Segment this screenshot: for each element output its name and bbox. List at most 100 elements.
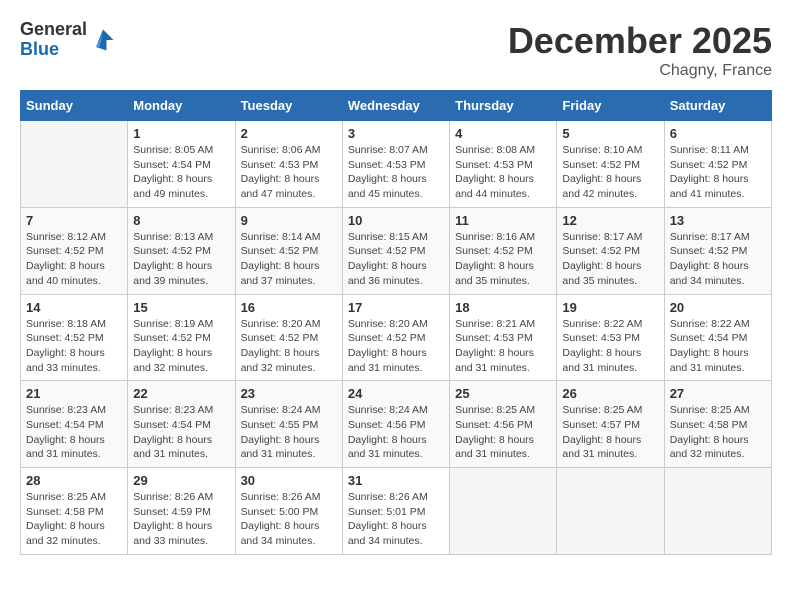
day-number: 26 xyxy=(562,386,658,401)
calendar-cell: 30 Sunrise: 8:26 AMSunset: 5:00 PMDayligh… xyxy=(235,468,342,555)
calendar-cell: 6 Sunrise: 8:11 AMSunset: 4:52 PMDaylight… xyxy=(664,121,771,208)
calendar-cell: 24Sunrise: 8:24 AMSunset: 4:56 PMDayligh… xyxy=(342,381,449,468)
day-info: Sunrise: 8:26 AMSunset: 4:59 PMDaylight:… xyxy=(133,490,229,549)
day-number: 28 xyxy=(26,473,122,488)
day-number: 27 xyxy=(670,386,766,401)
page-header: General Blue December 2025 Chagny, Franc… xyxy=(20,20,772,80)
day-number: 3 xyxy=(348,126,444,141)
day-info: Sunrise: 8:23 AMSunset: 4:54 PMDaylight:… xyxy=(26,403,122,462)
calendar-week-row: 21 Sunrise: 8:23 AMSunset: 4:54 PMDayligh… xyxy=(21,381,772,468)
calendar-cell: 26 Sunrise: 8:25 AMSunset: 4:57 PMDayligh… xyxy=(557,381,664,468)
day-number: 4 xyxy=(455,126,551,141)
day-info: Sunrise: 8:13 AMSunset: 4:52 PMDaylight:… xyxy=(133,230,229,289)
calendar-cell: 25Sunrise: 8:25 AMSunset: 4:56 PMDayligh… xyxy=(450,381,557,468)
day-number: 18 xyxy=(455,300,551,315)
day-number: 1 xyxy=(133,126,229,141)
calendar-cell xyxy=(21,121,128,208)
calendar-cell: 11 Sunrise: 8:16 AMSunset: 4:52 PMDayligh… xyxy=(450,207,557,294)
calendar-cell: 18 Sunrise: 8:21 AMSunset: 4:53 PMDayligh… xyxy=(450,294,557,381)
calendar-cell: 4 Sunrise: 8:08 AMSunset: 4:53 PMDaylight… xyxy=(450,121,557,208)
day-number: 30 xyxy=(241,473,337,488)
day-info: Sunrise: 8:25 AMSunset: 4:58 PMDaylight:… xyxy=(26,490,122,549)
day-info: Sunrise: 8:08 AMSunset: 4:53 PMDaylight:… xyxy=(455,143,551,202)
month-title: December 2025 xyxy=(508,20,772,62)
day-info: Sunrise: 8:21 AMSunset: 4:53 PMDaylight:… xyxy=(455,317,551,376)
day-info: Sunrise: 8:16 AMSunset: 4:52 PMDaylight:… xyxy=(455,230,551,289)
calendar-cell: 3 Sunrise: 8:07 AMSunset: 4:53 PMDaylight… xyxy=(342,121,449,208)
day-header-sunday: Sunday xyxy=(21,91,128,121)
day-number: 16 xyxy=(241,300,337,315)
day-number: 2 xyxy=(241,126,337,141)
calendar-cell: 29 Sunrise: 8:26 AMSunset: 4:59 PMDayligh… xyxy=(128,468,235,555)
calendar-table: SundayMondayTuesdayWednesdayThursdayFrid… xyxy=(20,90,772,555)
day-header-tuesday: Tuesday xyxy=(235,91,342,121)
title-area: December 2025 Chagny, France xyxy=(508,20,772,80)
day-number: 7 xyxy=(26,213,122,228)
logo-icon xyxy=(89,26,117,54)
day-info: Sunrise: 8:20 AMSunset: 4:52 PMDaylight:… xyxy=(348,317,444,376)
day-info: Sunrise: 8:15 AMSunset: 4:52 PMDaylight:… xyxy=(348,230,444,289)
calendar-cell: 28 Sunrise: 8:25 AMSunset: 4:58 PMDayligh… xyxy=(21,468,128,555)
day-number: 15 xyxy=(133,300,229,315)
calendar-cell: 16 Sunrise: 8:20 AMSunset: 4:52 PMDayligh… xyxy=(235,294,342,381)
day-info: Sunrise: 8:07 AMSunset: 4:53 PMDaylight:… xyxy=(348,143,444,202)
day-number: 11 xyxy=(455,213,551,228)
day-info: Sunrise: 8:17 AMSunset: 4:52 PMDaylight:… xyxy=(670,230,766,289)
calendar-cell: 27 Sunrise: 8:25 AMSunset: 4:58 PMDayligh… xyxy=(664,381,771,468)
day-number: 9 xyxy=(241,213,337,228)
day-info: Sunrise: 8:22 AMSunset: 4:54 PMDaylight:… xyxy=(670,317,766,376)
day-number: 21 xyxy=(26,386,122,401)
day-info: Sunrise: 8:26 AMSunset: 5:01 PMDaylight:… xyxy=(348,490,444,549)
calendar-cell xyxy=(664,468,771,555)
day-info: Sunrise: 8:05 AMSunset: 4:54 PMDaylight:… xyxy=(133,143,229,202)
day-info: Sunrise: 8:26 AMSunset: 5:00 PMDaylight:… xyxy=(241,490,337,549)
day-header-wednesday: Wednesday xyxy=(342,91,449,121)
calendar-cell: 22Sunrise: 8:23 AMSunset: 4:54 PMDayligh… xyxy=(128,381,235,468)
calendar-week-row: 7Sunrise: 8:12 AMSunset: 4:52 PMDaylight… xyxy=(21,207,772,294)
day-number: 29 xyxy=(133,473,229,488)
day-info: Sunrise: 8:25 AMSunset: 4:58 PMDaylight:… xyxy=(670,403,766,462)
calendar-cell: 2 Sunrise: 8:06 AMSunset: 4:53 PMDaylight… xyxy=(235,121,342,208)
day-number: 31 xyxy=(348,473,444,488)
calendar-cell: 17 Sunrise: 8:20 AMSunset: 4:52 PMDayligh… xyxy=(342,294,449,381)
day-info: Sunrise: 8:14 AMSunset: 4:52 PMDaylight:… xyxy=(241,230,337,289)
calendar-cell: 21 Sunrise: 8:23 AMSunset: 4:54 PMDayligh… xyxy=(21,381,128,468)
calendar-cell: 5 Sunrise: 8:10 AMSunset: 4:52 PMDaylight… xyxy=(557,121,664,208)
calendar-cell: 19Sunrise: 8:22 AMSunset: 4:53 PMDayligh… xyxy=(557,294,664,381)
day-info: Sunrise: 8:20 AMSunset: 4:52 PMDaylight:… xyxy=(241,317,337,376)
calendar-cell: 7Sunrise: 8:12 AMSunset: 4:52 PMDaylight… xyxy=(21,207,128,294)
calendar-cell: 14Sunrise: 8:18 AMSunset: 4:52 PMDayligh… xyxy=(21,294,128,381)
calendar-cell: 31 Sunrise: 8:26 AMSunset: 5:01 PMDayligh… xyxy=(342,468,449,555)
calendar-cell xyxy=(450,468,557,555)
day-info: Sunrise: 8:25 AMSunset: 4:57 PMDaylight:… xyxy=(562,403,658,462)
day-info: Sunrise: 8:17 AMSunset: 4:52 PMDaylight:… xyxy=(562,230,658,289)
day-header-saturday: Saturday xyxy=(664,91,771,121)
calendar-header-row: SundayMondayTuesdayWednesdayThursdayFrid… xyxy=(21,91,772,121)
calendar-cell: 9 Sunrise: 8:14 AMSunset: 4:52 PMDaylight… xyxy=(235,207,342,294)
calendar-cell: 15 Sunrise: 8:19 AMSunset: 4:52 PMDayligh… xyxy=(128,294,235,381)
day-info: Sunrise: 8:06 AMSunset: 4:53 PMDaylight:… xyxy=(241,143,337,202)
day-number: 17 xyxy=(348,300,444,315)
day-number: 23 xyxy=(241,386,337,401)
day-info: Sunrise: 8:19 AMSunset: 4:52 PMDaylight:… xyxy=(133,317,229,376)
calendar-week-row: 14Sunrise: 8:18 AMSunset: 4:52 PMDayligh… xyxy=(21,294,772,381)
day-info: Sunrise: 8:24 AMSunset: 4:55 PMDaylight:… xyxy=(241,403,337,462)
day-header-friday: Friday xyxy=(557,91,664,121)
calendar-cell xyxy=(557,468,664,555)
calendar-cell: 13Sunrise: 8:17 AMSunset: 4:52 PMDayligh… xyxy=(664,207,771,294)
calendar-week-row: 1 Sunrise: 8:05 AMSunset: 4:54 PMDaylight… xyxy=(21,121,772,208)
day-number: 19 xyxy=(562,300,658,315)
day-number: 12 xyxy=(562,213,658,228)
day-number: 20 xyxy=(670,300,766,315)
day-number: 10 xyxy=(348,213,444,228)
day-number: 5 xyxy=(562,126,658,141)
day-info: Sunrise: 8:10 AMSunset: 4:52 PMDaylight:… xyxy=(562,143,658,202)
day-number: 25 xyxy=(455,386,551,401)
calendar-cell: 12 Sunrise: 8:17 AMSunset: 4:52 PMDayligh… xyxy=(557,207,664,294)
day-info: Sunrise: 8:11 AMSunset: 4:52 PMDaylight:… xyxy=(670,143,766,202)
day-info: Sunrise: 8:23 AMSunset: 4:54 PMDaylight:… xyxy=(133,403,229,462)
day-number: 8 xyxy=(133,213,229,228)
calendar-cell: 10 Sunrise: 8:15 AMSunset: 4:52 PMDayligh… xyxy=(342,207,449,294)
logo-general: General xyxy=(20,19,87,39)
day-number: 6 xyxy=(670,126,766,141)
